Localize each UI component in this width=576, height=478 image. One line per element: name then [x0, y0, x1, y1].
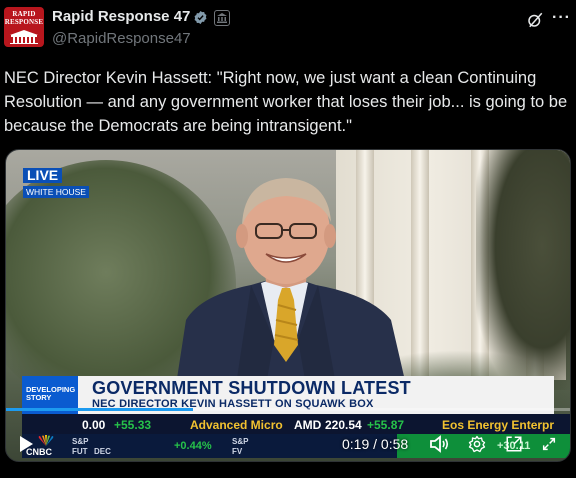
post-text: NEC Director Kevin Hassett: "Right now, … [4, 69, 568, 135]
live-label: LIVE [23, 168, 63, 183]
more-options-icon[interactable]: ··· [552, 9, 571, 27]
verified-badge-icon [194, 10, 207, 25]
live-badge: LIVE WHITE HOUSE [23, 167, 89, 198]
index-1-value: +0.44% [174, 440, 212, 452]
author-avatar[interactable]: RAPID RESPONSE [4, 7, 44, 47]
speaker-figure [176, 178, 406, 385]
index-2-label-top: S&P [232, 437, 249, 446]
ticker-change: +55.33 [114, 418, 152, 432]
video-time: 0:19 / 0:58 [342, 436, 409, 452]
fullscreen-button[interactable] [538, 432, 560, 456]
index-1-label-bottom: FUT [72, 447, 88, 456]
video-progress-fill [6, 408, 193, 411]
speaker-icon [430, 435, 449, 453]
video-progress-bar[interactable] [6, 408, 570, 411]
index-1-period: DEC [94, 447, 111, 456]
stock-ticker: 0.00 +55.33 Advanced Micro AMD 220.54 +5… [22, 414, 570, 434]
ticker-price-1: 220.54 [325, 418, 362, 432]
play-icon [20, 436, 33, 452]
grok-icon[interactable] [526, 11, 544, 29]
author-name[interactable]: Rapid Response 47 [52, 8, 190, 25]
video-player[interactable]: LIVE WHITE HOUSE DEVELOPING STORY GOVERN… [5, 149, 571, 462]
market-index-bar: CNBC S&P FUT DEC +0.44% S&P FV +30.11 [22, 434, 570, 458]
news-headline: GOVERNMENT SHUTDOWN LATEST [92, 378, 411, 398]
ticker-symbol-1: AMD [294, 418, 322, 432]
government-building-icon[interactable] [214, 10, 230, 26]
index-2-label-bottom: FV [232, 447, 243, 456]
fullscreen-icon [542, 437, 556, 451]
live-location: WHITE HOUSE [23, 186, 89, 198]
avatar-text: RAPID RESPONSE [4, 10, 44, 26]
peacock-icon [38, 435, 54, 446]
play-button[interactable] [16, 432, 36, 456]
gear-icon [468, 435, 486, 453]
ticker-value: 0.00 [82, 418, 106, 432]
ticker-company-2: Eos Energy Enterpr [442, 418, 555, 432]
ticker-change-1: +55.87 [367, 418, 405, 432]
ticker-company-1: Advanced Micro [190, 418, 283, 432]
settings-button[interactable] [466, 432, 488, 456]
author-handle[interactable]: @RapidResponse47 [52, 30, 191, 47]
index-1-label-top: S&P [72, 437, 89, 446]
white-house-logo-icon [10, 30, 38, 44]
volume-button[interactable] [428, 432, 452, 456]
picture-in-picture-icon [506, 436, 522, 452]
picture-in-picture-button[interactable] [503, 432, 525, 456]
